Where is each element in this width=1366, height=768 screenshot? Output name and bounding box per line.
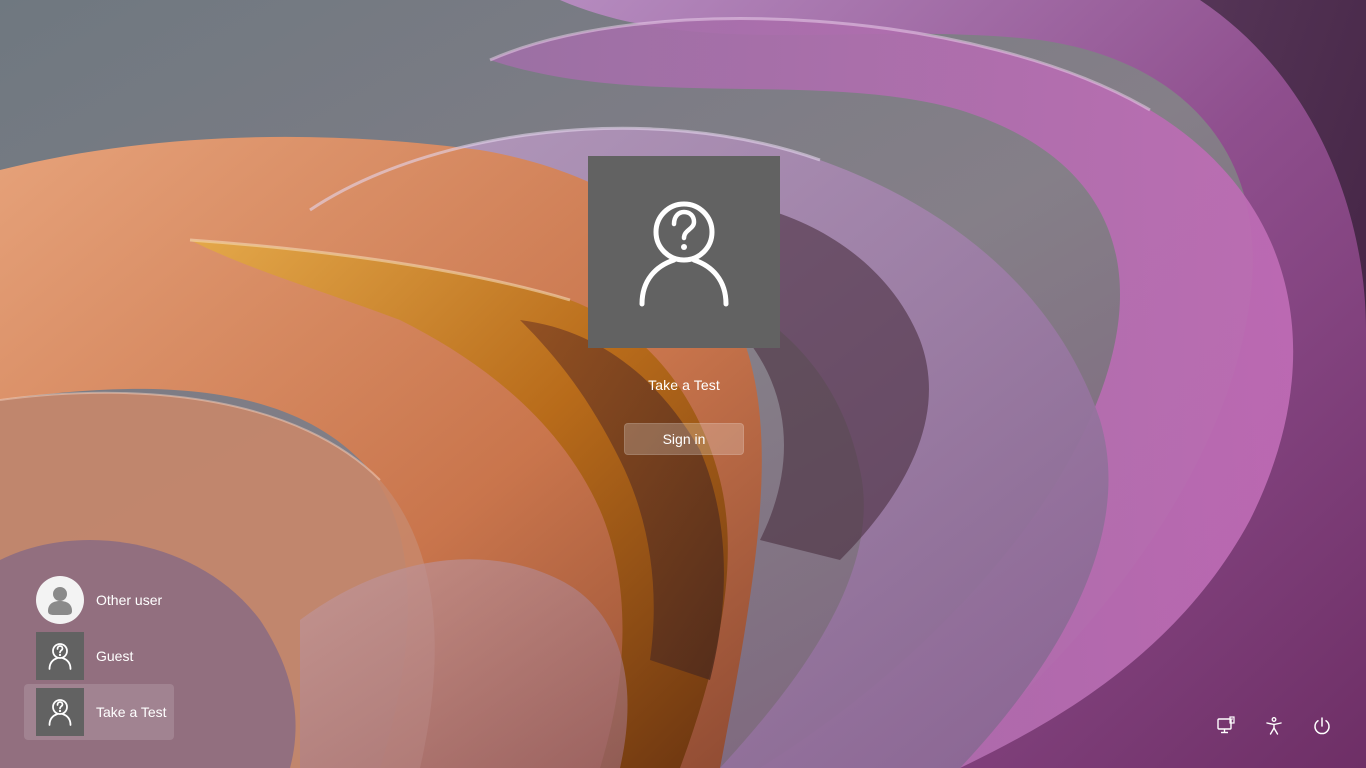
user-thumb (36, 632, 84, 680)
power-button[interactable] (1306, 710, 1338, 742)
user-item-take-a-test[interactable]: Take a Test (24, 684, 174, 740)
user-thumb (36, 688, 84, 736)
user-thumb (36, 576, 84, 624)
user-name: Other user (96, 592, 163, 608)
username-label: Take a Test (648, 377, 720, 393)
user-name: Take a Test (96, 704, 167, 720)
accessibility-button[interactable] (1258, 710, 1290, 742)
user-item-other-user[interactable]: Other user (24, 572, 174, 628)
network-icon (1217, 716, 1235, 734)
lock-screen: Take a Test Sign in Other user Guest Tak… (0, 0, 1366, 768)
user-item-guest[interactable]: Guest (24, 628, 174, 684)
user-name: Guest (96, 648, 134, 664)
user-question-icon (639, 201, 729, 307)
sign-in-button[interactable]: Sign in (624, 423, 744, 455)
user-question-icon (48, 699, 72, 726)
person-silhouette-icon (48, 587, 72, 615)
power-icon (1314, 717, 1330, 735)
network-button[interactable] (1210, 710, 1242, 742)
account-picture (588, 156, 780, 348)
accessibility-icon (1266, 717, 1282, 735)
user-question-icon (48, 643, 72, 670)
